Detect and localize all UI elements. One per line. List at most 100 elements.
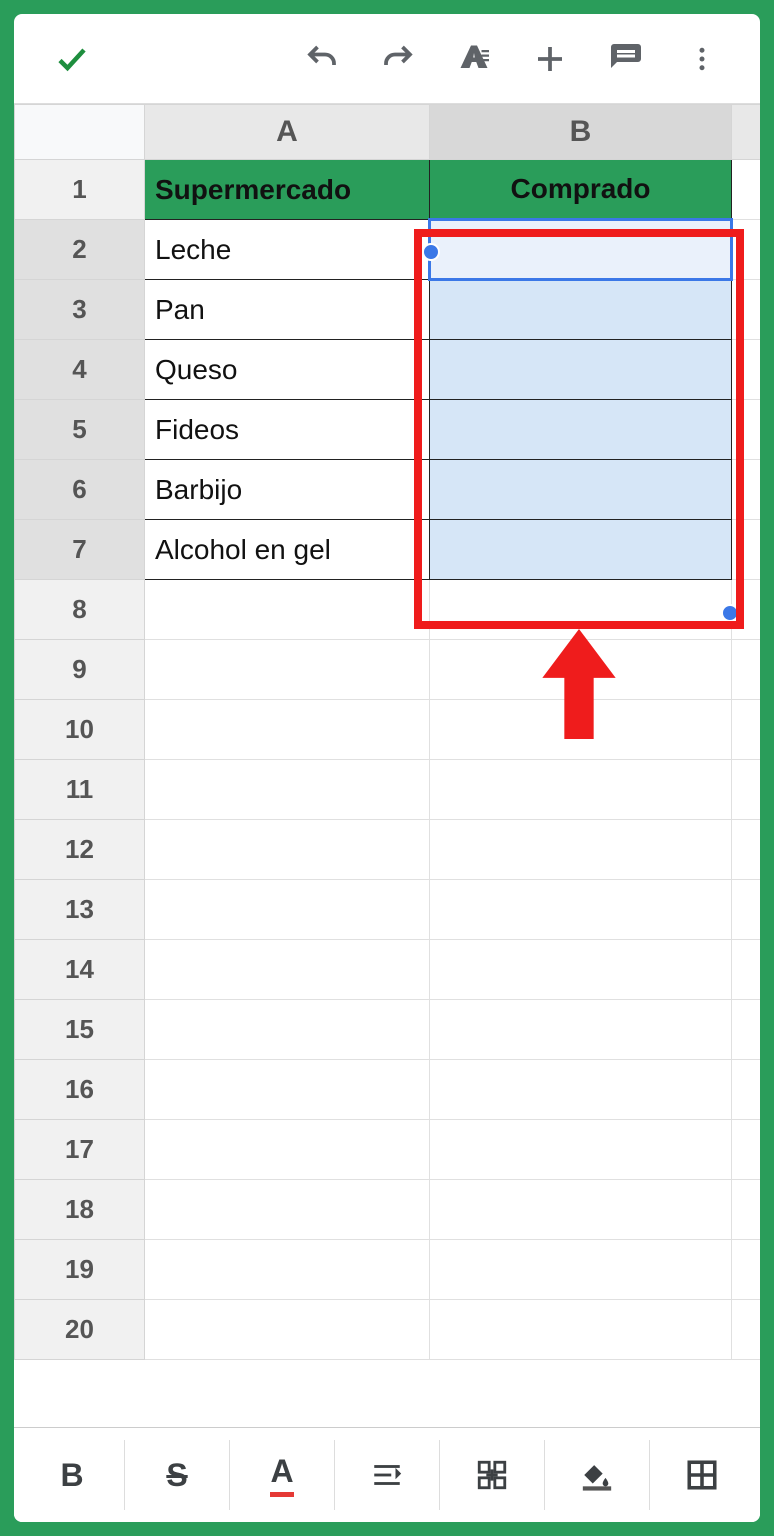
bold-button[interactable]: B xyxy=(20,1440,125,1510)
row-header-4[interactable]: 4 xyxy=(15,340,145,400)
cell-A16[interactable] xyxy=(145,1060,430,1120)
row-header-12[interactable]: 12 xyxy=(15,820,145,880)
cell-A14[interactable] xyxy=(145,940,430,1000)
cell-C3[interactable] xyxy=(732,280,761,340)
cell-B14[interactable] xyxy=(430,940,732,1000)
row-header-16[interactable]: 16 xyxy=(15,1060,145,1120)
column-header-A[interactable]: A xyxy=(145,105,430,160)
row-header-13[interactable]: 13 xyxy=(15,880,145,940)
row-header-10[interactable]: 10 xyxy=(15,700,145,760)
cell-A18[interactable] xyxy=(145,1180,430,1240)
cell-A4[interactable]: Queso xyxy=(145,340,430,400)
cell-A20[interactable] xyxy=(145,1300,430,1360)
cell-C9[interactable] xyxy=(732,640,761,700)
more-button[interactable] xyxy=(672,29,732,89)
cell-B13[interactable] xyxy=(430,880,732,940)
row-header-6[interactable]: 6 xyxy=(15,460,145,520)
accept-button[interactable] xyxy=(42,29,102,89)
cell-C19[interactable] xyxy=(732,1240,761,1300)
cell-B12[interactable] xyxy=(430,820,732,880)
row-header-1[interactable]: 1 xyxy=(15,160,145,220)
row-header-18[interactable]: 18 xyxy=(15,1180,145,1240)
cell-C18[interactable] xyxy=(732,1180,761,1240)
cell-C12[interactable] xyxy=(732,820,761,880)
undo-button[interactable] xyxy=(292,29,352,89)
cell-A7[interactable]: Alcohol en gel xyxy=(145,520,430,580)
row-header-7[interactable]: 7 xyxy=(15,520,145,580)
cell-A6[interactable]: Barbijo xyxy=(145,460,430,520)
cell-C6[interactable] xyxy=(732,460,761,520)
row-header-17[interactable]: 17 xyxy=(15,1120,145,1180)
cell-B3[interactable] xyxy=(430,280,732,340)
selection-handle-top-left[interactable] xyxy=(422,243,440,261)
cell-A15[interactable] xyxy=(145,1000,430,1060)
cell-C4[interactable] xyxy=(732,340,761,400)
redo-button[interactable] xyxy=(368,29,428,89)
cell-C16[interactable] xyxy=(732,1060,761,1120)
cell-B18[interactable] xyxy=(430,1180,732,1240)
cell-C14[interactable] xyxy=(732,940,761,1000)
row-header-14[interactable]: 14 xyxy=(15,940,145,1000)
cell-C13[interactable] xyxy=(732,880,761,940)
cell-B16[interactable] xyxy=(430,1060,732,1120)
cell-B20[interactable] xyxy=(430,1300,732,1360)
cell-B19[interactable] xyxy=(430,1240,732,1300)
cell-B6[interactable] xyxy=(430,460,732,520)
borders-button[interactable] xyxy=(650,1440,754,1510)
cell-A10[interactable] xyxy=(145,700,430,760)
cell-C2[interactable] xyxy=(732,220,761,280)
cell-A5[interactable]: Fideos xyxy=(145,400,430,460)
cell-C11[interactable] xyxy=(732,760,761,820)
column-header-C[interactable] xyxy=(732,105,761,160)
cell-B9[interactable] xyxy=(430,640,732,700)
cell-B8[interactable] xyxy=(430,580,732,640)
cell-A8[interactable] xyxy=(145,580,430,640)
cell-A3[interactable]: Pan xyxy=(145,280,430,340)
cell-A12[interactable] xyxy=(145,820,430,880)
row-header-2[interactable]: 2 xyxy=(15,220,145,280)
row-header-5[interactable]: 5 xyxy=(15,400,145,460)
cell-A9[interactable] xyxy=(145,640,430,700)
comment-button[interactable] xyxy=(596,29,656,89)
cell-A11[interactable] xyxy=(145,760,430,820)
cell-B11[interactable] xyxy=(430,760,732,820)
selection-handle-bottom-right[interactable] xyxy=(721,604,739,622)
row-header-20[interactable]: 20 xyxy=(15,1300,145,1360)
cell-C7[interactable] xyxy=(732,520,761,580)
cell-C5[interactable] xyxy=(732,400,761,460)
fill-color-button[interactable] xyxy=(545,1440,650,1510)
cell-B5[interactable] xyxy=(430,400,732,460)
row-header-3[interactable]: 3 xyxy=(15,280,145,340)
cell-C15[interactable] xyxy=(732,1000,761,1060)
text-format-button[interactable] xyxy=(444,29,504,89)
row-header-8[interactable]: 8 xyxy=(15,580,145,640)
cell-B15[interactable] xyxy=(430,1000,732,1060)
cell-A1[interactable]: Supermercado xyxy=(145,160,430,220)
cell-C1[interactable] xyxy=(732,160,761,220)
cell-B17[interactable] xyxy=(430,1120,732,1180)
cell-C20[interactable] xyxy=(732,1300,761,1360)
row-header-11[interactable]: 11 xyxy=(15,760,145,820)
cell-A19[interactable] xyxy=(145,1240,430,1300)
cell-B10[interactable] xyxy=(430,700,732,760)
cell-C10[interactable] xyxy=(732,700,761,760)
insert-button[interactable] xyxy=(520,29,580,89)
spreadsheet-grid[interactable]: A B 1 Supermercado Comprado 2 Leche xyxy=(14,104,760,1427)
column-header-B[interactable]: B xyxy=(430,105,732,160)
cell-B7[interactable] xyxy=(430,520,732,580)
cell-C17[interactable] xyxy=(732,1120,761,1180)
select-all-corner[interactable] xyxy=(15,105,145,160)
cell-B1[interactable]: Comprado xyxy=(430,160,732,220)
cell-B4[interactable] xyxy=(430,340,732,400)
cell-A17[interactable] xyxy=(145,1120,430,1180)
row-header-19[interactable]: 19 xyxy=(15,1240,145,1300)
row-header-9[interactable]: 9 xyxy=(15,640,145,700)
merge-cells-button[interactable] xyxy=(440,1440,545,1510)
strikethrough-button[interactable]: S xyxy=(125,1440,230,1510)
cell-A2[interactable]: Leche xyxy=(145,220,430,280)
cell-B2[interactable] xyxy=(430,220,732,280)
cell-A13[interactable] xyxy=(145,880,430,940)
align-button[interactable] xyxy=(335,1440,440,1510)
text-color-button[interactable]: A xyxy=(230,1440,335,1510)
row-header-15[interactable]: 15 xyxy=(15,1000,145,1060)
